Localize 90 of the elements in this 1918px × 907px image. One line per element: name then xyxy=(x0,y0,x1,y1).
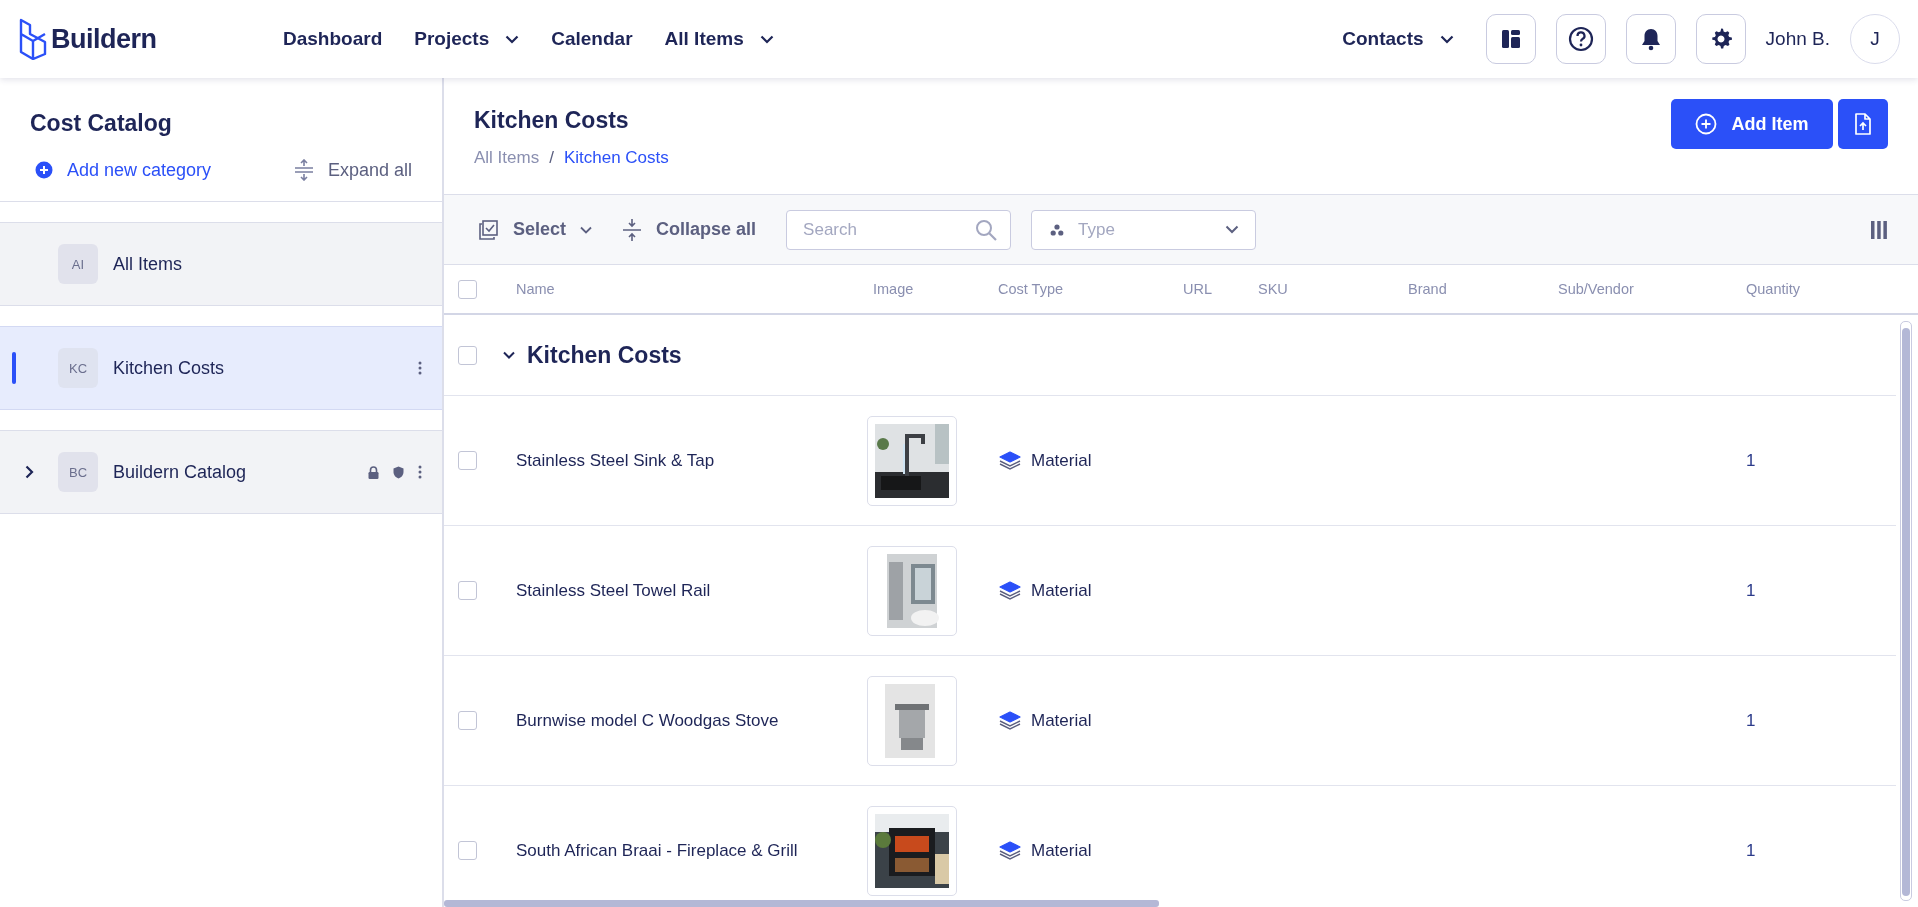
search-field[interactable]: Search xyxy=(786,209,1012,250)
expand-icon xyxy=(293,159,314,181)
nav-link[interactable]: All Items xyxy=(664,28,774,50)
category-label: All Items xyxy=(113,253,183,275)
chevron-down-icon xyxy=(505,34,520,44)
plus-circle-icon xyxy=(1695,113,1718,135)
group-title: Kitchen Costs xyxy=(527,341,682,369)
quantity: 1 xyxy=(1746,450,1757,471)
shield-icon xyxy=(393,465,404,479)
nav-link[interactable]: Projects xyxy=(414,28,520,50)
group-checkbox[interactable] xyxy=(458,345,477,365)
column-header[interactable]: Name xyxy=(516,281,873,297)
item-name: Burnwise model C Woodgas Stove xyxy=(516,710,780,731)
row-checkbox[interactable] xyxy=(458,711,477,730)
plus-circle-icon xyxy=(35,161,53,179)
nav-link[interactable]: Dashboard xyxy=(283,28,383,50)
collapse-all-button[interactable]: Collapse all xyxy=(622,217,757,242)
scrollbar-thumb[interactable] xyxy=(1902,328,1910,896)
breadcrumb-separator: / xyxy=(549,148,554,168)
chevron-right-icon xyxy=(24,465,34,479)
category-initials: KC xyxy=(58,348,98,388)
more-options-icon[interactable] xyxy=(418,361,422,375)
nav-link[interactable]: Calendar xyxy=(551,28,633,50)
scrollbar-thumb[interactable] xyxy=(444,900,1159,907)
category-item[interactable]: BC Buildern Catalog xyxy=(0,430,442,514)
category-item[interactable]: KC Kitchen Costs xyxy=(0,326,442,410)
select-all-checkbox[interactable] xyxy=(458,279,477,299)
category-item[interactable]: AI All Items xyxy=(0,222,442,306)
cost-type: Material xyxy=(1031,450,1092,471)
expand-all-button[interactable]: Expand all xyxy=(293,159,412,181)
category-label: Buildern Catalog xyxy=(113,461,248,483)
file-upload-icon xyxy=(1854,113,1872,135)
layers-icon xyxy=(998,579,1022,602)
category-initials: BC xyxy=(58,452,98,492)
breadcrumb-link[interactable]: All Items xyxy=(474,148,540,168)
row-checkbox[interactable] xyxy=(458,451,477,470)
layout-icon xyxy=(1499,28,1522,50)
collapse-icon xyxy=(622,217,643,242)
user-name: John B. xyxy=(1765,28,1830,50)
layers-icon xyxy=(998,709,1022,732)
select-icon xyxy=(477,218,499,241)
item-name: Stainless Steel Towel Rail xyxy=(516,580,712,601)
more-options-icon[interactable] xyxy=(418,465,422,479)
layers-icon xyxy=(998,839,1022,862)
column-header[interactable]: Sub/Vendor xyxy=(1558,281,1746,297)
item-name: South African Braai - Fireplace & Grill xyxy=(516,840,799,861)
chevron-down-icon xyxy=(1439,34,1454,44)
layers-icon xyxy=(998,449,1022,472)
column-header[interactable]: URL xyxy=(1183,281,1258,297)
quantity: 1 xyxy=(1746,710,1757,731)
cost-type: Material xyxy=(1031,710,1092,731)
dashboard-layout-button[interactable] xyxy=(1485,14,1536,64)
brand-name[interactable]: Buildern xyxy=(51,23,157,55)
item-name: Stainless Steel Sink & Tap xyxy=(516,450,716,471)
column-header[interactable]: Cost Type xyxy=(998,281,1183,297)
type-icon xyxy=(1050,223,1065,236)
user-avatar[interactable]: J xyxy=(1850,14,1900,64)
logo-icon xyxy=(18,18,48,60)
cost-type: Material xyxy=(1031,840,1092,861)
page-title: Kitchen Costs xyxy=(474,107,630,134)
bell-icon xyxy=(1639,27,1662,51)
column-header[interactable]: Brand xyxy=(1408,281,1558,297)
lock-icon xyxy=(368,465,379,479)
row-checkbox[interactable] xyxy=(458,841,477,860)
contacts-menu[interactable]: Contacts xyxy=(1342,28,1454,50)
category-label: Kitchen Costs xyxy=(113,357,226,379)
select-menu[interactable]: Select xyxy=(477,218,593,241)
help-button[interactable] xyxy=(1555,14,1606,64)
settings-button[interactable] xyxy=(1695,14,1746,64)
upload-file-button[interactable] xyxy=(1838,99,1888,149)
sidebar-title: Cost Catalog xyxy=(30,110,173,137)
column-header[interactable]: Image xyxy=(873,281,998,297)
columns-icon[interactable] xyxy=(1870,219,1888,240)
add-item-button[interactable]: Add Item xyxy=(1671,99,1833,149)
quantity: 1 xyxy=(1746,580,1757,601)
category-initials: AI xyxy=(58,244,98,284)
breadcrumb-link[interactable]: Kitchen Costs xyxy=(563,148,669,168)
help-icon xyxy=(1567,26,1594,52)
column-header[interactable]: Quantity xyxy=(1746,281,1918,297)
chevron-down-icon[interactable] xyxy=(503,351,515,359)
notifications-button[interactable] xyxy=(1625,14,1676,64)
column-header[interactable]: SKU xyxy=(1258,281,1408,297)
search-icon xyxy=(975,218,998,241)
chevron-down-icon xyxy=(1225,225,1240,234)
chevron-down-icon xyxy=(580,225,593,234)
quantity: 1 xyxy=(1746,840,1757,861)
add-category-link[interactable]: Add new category xyxy=(35,159,212,181)
cost-type: Material xyxy=(1031,580,1092,601)
chevron-down-icon xyxy=(759,34,774,44)
row-checkbox[interactable] xyxy=(458,581,477,600)
